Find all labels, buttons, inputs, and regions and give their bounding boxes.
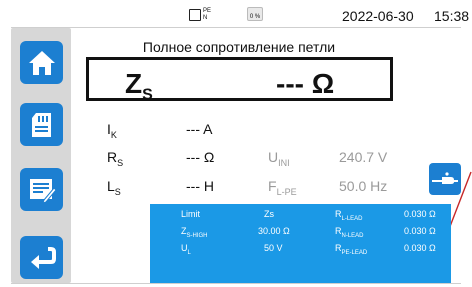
rs-value: --- Ω <box>186 149 215 165</box>
top-divider <box>11 27 461 28</box>
main-symbol-letter: Z <box>125 68 143 99</box>
back-button[interactable] <box>20 236 63 279</box>
uini-symbol: U <box>268 149 279 165</box>
ik-label: IK <box>107 121 117 140</box>
home-button[interactable] <box>20 41 63 84</box>
home-icon <box>28 50 55 75</box>
status-bar: PE N 0 % 2022-06-30 15:38 <box>0 0 472 26</box>
bottom-divider <box>11 283 461 284</box>
zs-high-label: ZS-HIGH <box>181 226 208 239</box>
edit-list-icon <box>29 178 57 204</box>
battery-label-pe: PE <box>203 8 212 14</box>
main-value: --- Ω <box>276 68 335 99</box>
ul-sub: L <box>187 249 191 256</box>
ik-value: --- A <box>186 121 213 137</box>
ls-label: LS <box>107 178 121 197</box>
ul-label: UL <box>181 243 191 256</box>
time-display: 15:38 <box>434 8 470 24</box>
flpe-symbol: F <box>268 178 277 194</box>
rpe-lead-label: RPE-LEAD <box>335 243 367 256</box>
rs-sub: S <box>117 157 124 168</box>
main-symbol: ZS <box>125 68 153 105</box>
rl-lead-value: 0.030 Ω <box>404 209 436 219</box>
flpe-sub: L-PE <box>276 186 297 197</box>
limit-value: Zs <box>264 209 274 219</box>
battery-label-n: N <box>203 15 208 21</box>
date-display: 2022-06-30 <box>342 8 414 24</box>
limit-label: Limit <box>181 209 201 219</box>
ls-sub: S <box>114 186 121 197</box>
uini-label: UINI <box>268 149 290 168</box>
memory-percent: 0 % <box>249 14 261 20</box>
instrument-screen: PE N 0 % 2022-06-30 15:38 Полное сопроти… <box>0 0 472 287</box>
back-arrow-icon <box>30 246 56 269</box>
rs-symbol: R <box>107 149 118 165</box>
rl-lead-label: RL-LEAD <box>335 209 363 222</box>
ul-value: 50 V <box>264 243 283 253</box>
ls-value: --- H <box>186 178 214 194</box>
settings-list-button[interactable] <box>20 168 63 211</box>
rs-label: RS <box>107 149 123 168</box>
battery-label: PE N <box>203 8 211 22</box>
rpe-lead-sub: PE-LEAD <box>341 249 368 256</box>
limits-panel[interactable]: Limit Zs RL-LEAD 0.030 Ω ZS-HIGH 30.00 Ω… <box>150 204 451 283</box>
zs-high-value: 30.00 Ω <box>258 226 290 236</box>
rn-lead-sub: N-LEAD <box>341 232 364 239</box>
memory-button[interactable] <box>20 103 63 146</box>
uini-value: 240.7 V <box>339 149 388 165</box>
battery-icon <box>189 9 201 21</box>
rn-lead-label: RN-LEAD <box>335 226 364 239</box>
sd-card-icon <box>31 112 51 137</box>
zs-high-sub: S-HIGH <box>186 232 208 239</box>
rl-lead-sub: L-LEAD <box>341 215 363 222</box>
sidebar <box>11 28 71 283</box>
page-title: Полное сопротивление петли <box>142 39 336 55</box>
flpe-label: FL-PE <box>268 178 297 197</box>
rn-lead-value: 0.030 Ω <box>404 226 436 236</box>
uini-sub: INI <box>278 157 290 168</box>
flpe-value: 50.0 Hz <box>339 178 388 194</box>
ik-sub: K <box>110 129 117 140</box>
ls-symbol: L <box>107 178 115 194</box>
main-symbol-sub: S <box>142 86 153 104</box>
rpe-lead-value: 0.030 Ω <box>404 243 436 253</box>
